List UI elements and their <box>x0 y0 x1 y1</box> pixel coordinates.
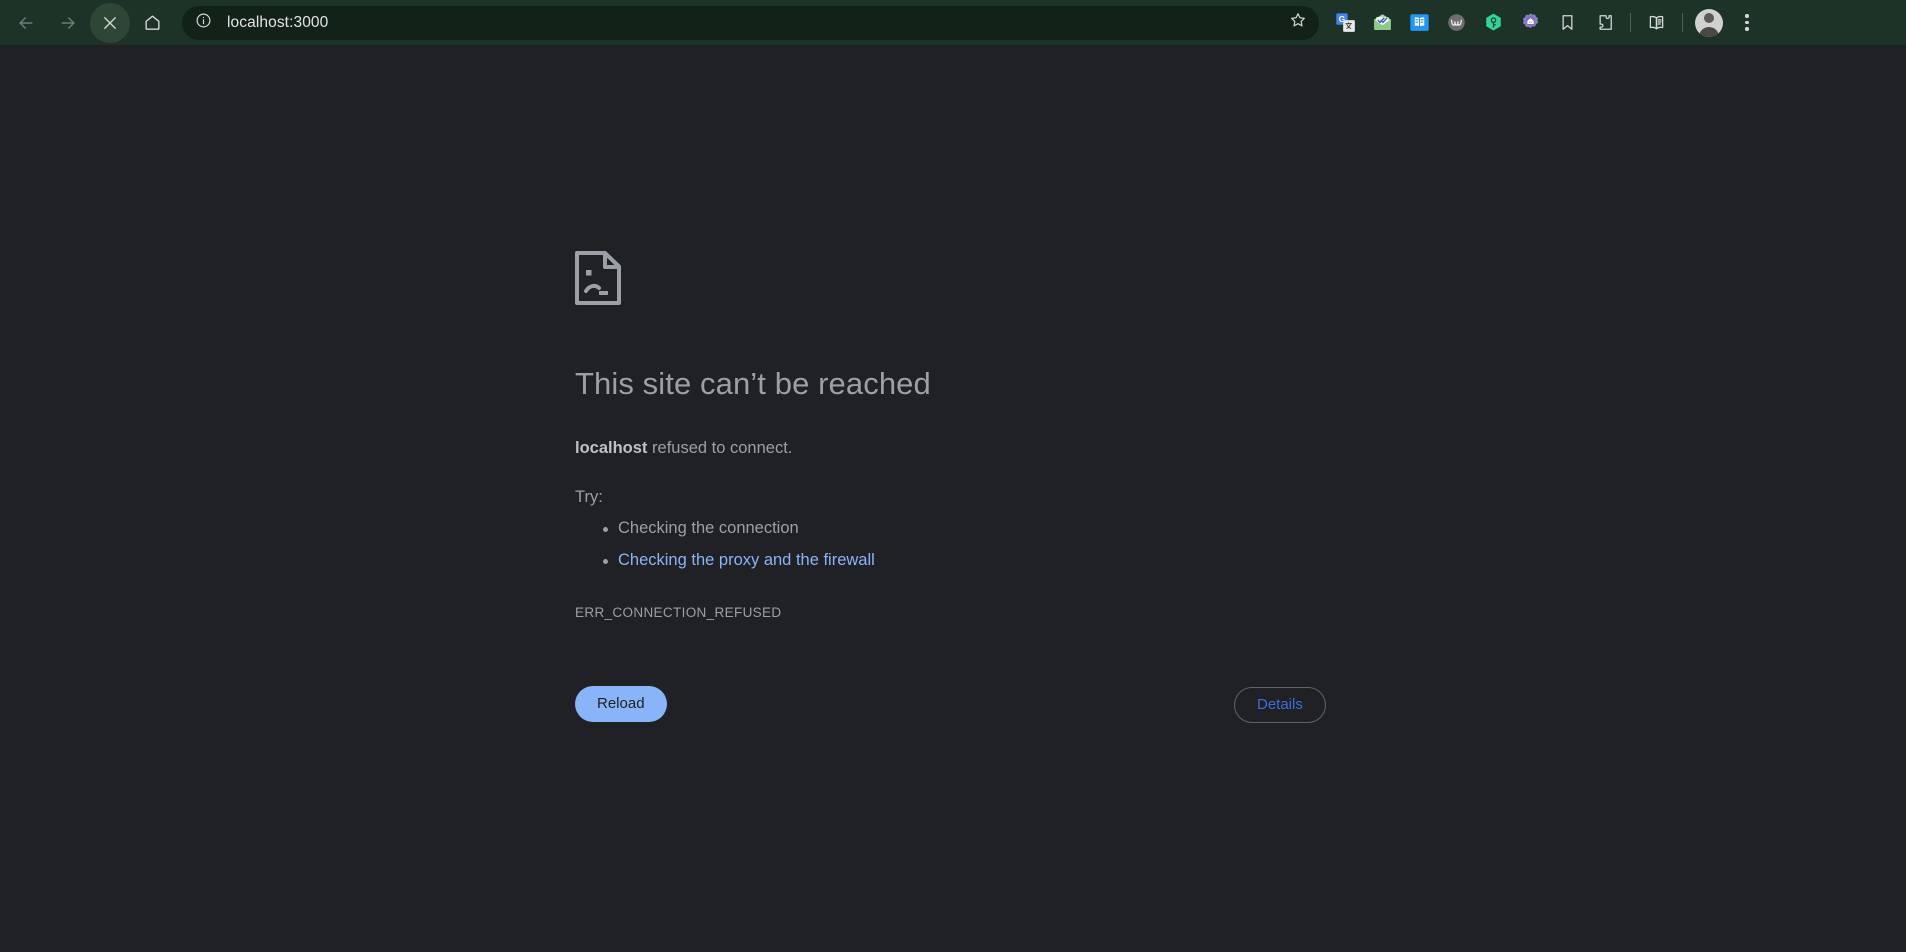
site-information-button[interactable] <box>190 10 216 36</box>
menu-dot-icon <box>1745 14 1749 18</box>
error-summary: localhost refused to connect. <box>575 436 1335 462</box>
error-host: localhost <box>575 438 648 457</box>
arrow-left-icon <box>16 13 36 33</box>
details-button[interactable]: Details <box>1234 687 1326 723</box>
menu-dot-icon <box>1745 20 1749 25</box>
suggestion-text: Checking the connection <box>618 519 799 538</box>
avatar[interactable] <box>1695 8 1723 37</box>
error-summary-rest: refused to connect. <box>647 438 793 457</box>
password-key-extension-icon[interactable] <box>1475 3 1512 43</box>
try-label: Try: <box>575 488 603 507</box>
error-page: This site can’t be reached localhost ref… <box>0 46 1906 952</box>
google-translate-extension-icon[interactable]: G <box>1327 3 1364 43</box>
open-book-icon <box>1646 12 1667 33</box>
bookmark-star-button[interactable] <box>1283 8 1313 38</box>
toolbar-divider-2 <box>1682 13 1683 32</box>
reload-button[interactable]: Reload <box>575 686 667 722</box>
info-circle-icon <box>195 12 212 34</box>
arrow-right-icon <box>58 13 78 33</box>
close-icon <box>101 14 119 32</box>
mail-checker-extension-icon[interactable] <box>1364 3 1401 43</box>
page-title: This site can’t be reached <box>575 366 931 401</box>
extensions-button[interactable] <box>1586 3 1623 43</box>
chrome-menu-button[interactable] <box>1730 3 1764 43</box>
url-text[interactable]: localhost:3000 <box>216 6 1283 40</box>
avatar-head <box>1704 12 1714 23</box>
wave-extension-icon[interactable] <box>1438 3 1475 43</box>
error-content: This site can’t be reached localhost ref… <box>575 251 1335 620</box>
home-icon <box>143 13 162 32</box>
menu-dot-icon <box>1745 27 1749 31</box>
avatar-body <box>1699 26 1719 37</box>
toolbar-icons: G <box>1327 3 1900 43</box>
suggestion-list: Checking the connection Checking the pro… <box>575 516 1335 573</box>
error-code: ERR_CONNECTION_REFUSED <box>575 605 782 621</box>
stop-button[interactable] <box>90 2 130 43</box>
dictionary-extension-icon[interactable] <box>1401 3 1438 43</box>
reading-list-button[interactable] <box>1638 3 1675 43</box>
bookmarks-button[interactable] <box>1549 3 1586 43</box>
proxy-firewall-link[interactable]: Checking the proxy and the firewall <box>618 551 875 569</box>
forward-button[interactable] <box>48 3 88 43</box>
browser-toolbar: localhost:3000 G <box>0 0 1906 46</box>
toolbar-divider <box>1630 13 1631 32</box>
list-item: Checking the proxy and the firewall <box>575 548 1335 574</box>
list-item: Checking the connection <box>575 516 1335 542</box>
address-bar[interactable]: localhost:3000 <box>182 5 1319 40</box>
bookmark-icon <box>1558 13 1577 32</box>
star-icon <box>1289 11 1307 34</box>
home-button[interactable] <box>132 3 172 43</box>
home-settings-extension-icon[interactable] <box>1512 3 1549 43</box>
sad-page-icon <box>575 251 1335 310</box>
puzzle-piece-icon <box>1595 13 1614 32</box>
error-buttons: Reload Details <box>575 686 1335 730</box>
back-button[interactable] <box>6 3 46 43</box>
